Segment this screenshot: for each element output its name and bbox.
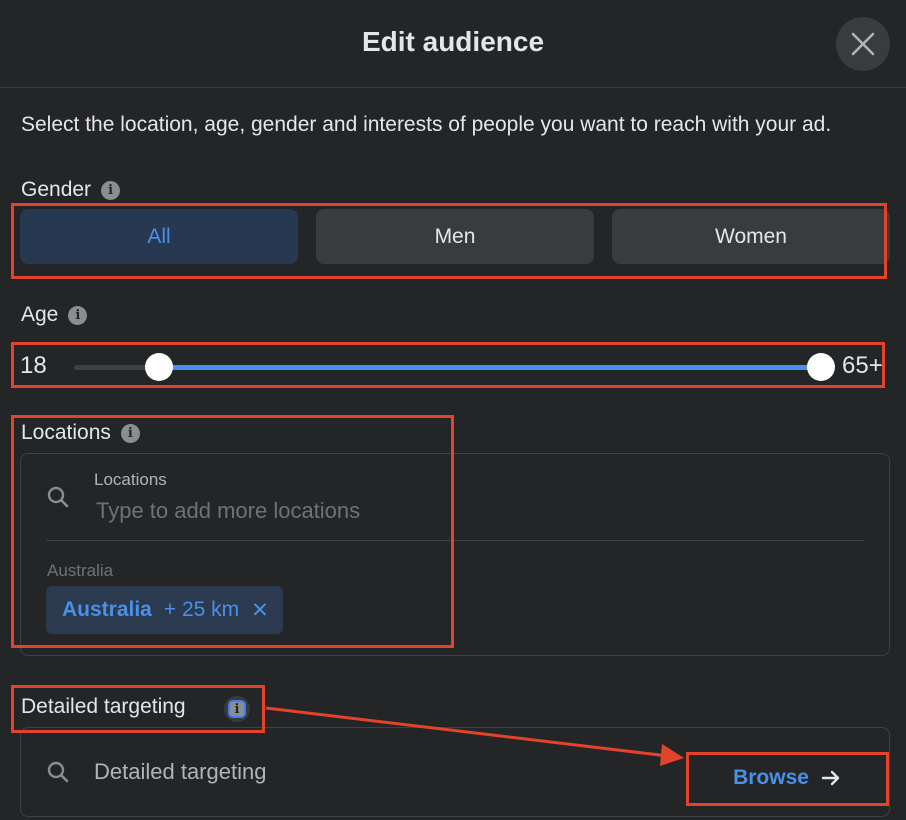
gender-option-women[interactable]: Women (612, 209, 890, 264)
dialog-title: Edit audience (361, 26, 545, 57)
browse-button[interactable]: Browse (688, 754, 886, 802)
detailed-targeting-input[interactable] (94, 757, 654, 787)
locations-field-label: Locations (94, 470, 167, 489)
location-chip[interactable]: Australia + 25 km ✕ (46, 586, 283, 634)
dialog-header: Edit audience (0, 0, 906, 88)
locations-label: Locations i (21, 421, 140, 445)
gender-option-all[interactable]: All (20, 209, 298, 264)
info-icon: i (228, 700, 246, 718)
info-icon[interactable]: i (68, 305, 88, 325)
age-min-value: 18 (20, 352, 47, 379)
location-chip-radius[interactable]: + 25 km (164, 598, 239, 622)
info-icon[interactable]: i (101, 180, 121, 200)
gender-option-men[interactable]: Men (316, 209, 594, 264)
browse-label: Browse (733, 766, 809, 789)
gender-selector: All Men Women (20, 209, 890, 265)
arrow-right-icon (821, 770, 840, 786)
detailed-targeting-label-text: Detailed targeting (21, 695, 186, 718)
detailed-targeting-label: Detailed targeting (21, 695, 186, 719)
locations-search-input[interactable] (96, 496, 796, 526)
close-button[interactable] (836, 17, 890, 71)
age-max-value: 65+ (842, 352, 883, 379)
info-icon[interactable]: i (120, 423, 140, 443)
gender-label: Gender i (21, 178, 121, 202)
location-group-label: Australia (47, 561, 114, 580)
age-slider-range (159, 365, 821, 370)
intro-text: Select the location, age, gender and int… (21, 113, 832, 136)
age-slider-track[interactable] (74, 365, 824, 370)
age-label: Age i (21, 303, 88, 327)
remove-location-icon[interactable]: ✕ (251, 598, 269, 623)
search-icon (47, 486, 69, 508)
locations-label-text: Locations (21, 421, 111, 444)
location-chip-name: Australia (62, 598, 152, 621)
search-icon (47, 761, 69, 783)
detailed-targeting-info-button[interactable]: i (224, 696, 250, 722)
age-min-handle[interactable] (145, 353, 173, 381)
age-max-handle[interactable] (807, 353, 835, 381)
gender-label-text: Gender (21, 178, 92, 201)
divider (46, 540, 864, 541)
close-icon (851, 32, 875, 56)
age-label-text: Age (21, 303, 59, 326)
